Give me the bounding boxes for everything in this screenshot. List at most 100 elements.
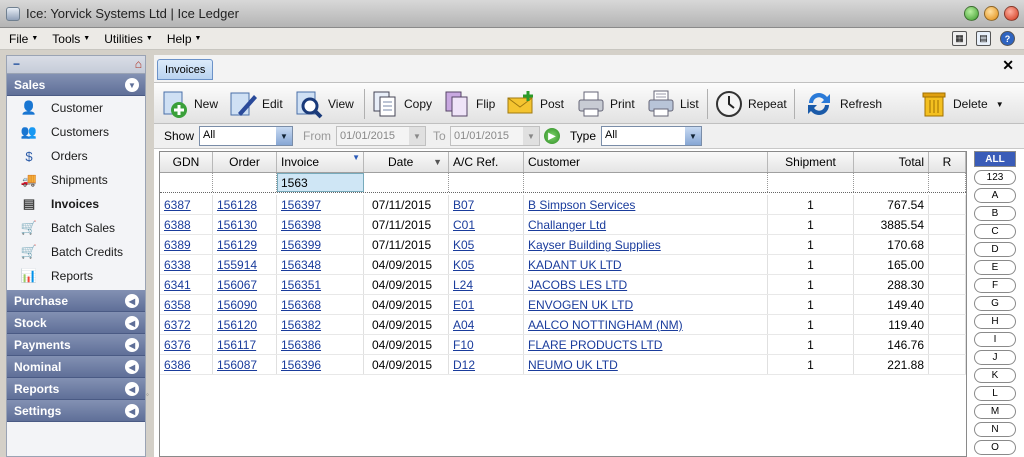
filter-cell[interactable]: [768, 173, 854, 192]
sidebar-section-reports[interactable]: Reports ◀: [7, 378, 145, 400]
menu-help[interactable]: Help ▼: [158, 32, 207, 46]
invoice-link[interactable]: 156382: [281, 318, 321, 332]
invoice-link[interactable]: 156397: [281, 198, 321, 212]
list-button[interactable]: List: [646, 88, 699, 120]
calendar-icon[interactable]: ▤: [976, 31, 991, 46]
order-link[interactable]: 156090: [217, 298, 257, 312]
table-row[interactable]: 6388 156130 156398 07/11/2015 C01 Challanger …: [160, 215, 966, 235]
ac-ref-link[interactable]: A04: [453, 318, 474, 332]
order-link[interactable]: 156129: [217, 238, 257, 252]
gdn-link[interactable]: 6372: [164, 318, 191, 332]
column-date[interactable]: Date ▼: [364, 152, 449, 172]
ac-ref-link[interactable]: D12: [453, 358, 475, 372]
customer-link[interactable]: JACOBS LES LTD: [528, 278, 627, 292]
invoice-link[interactable]: 156386: [281, 338, 321, 352]
close-tab-icon[interactable]: ✕: [1002, 57, 1014, 74]
ac-ref-link[interactable]: K05: [453, 238, 474, 252]
table-row[interactable]: 6338 155914 156348 04/09/2015 K05 KADANT UK L…: [160, 255, 966, 275]
alpha-button-f[interactable]: F: [974, 278, 1016, 293]
view-button[interactable]: View: [294, 88, 354, 120]
home-icon[interactable]: ⌂: [135, 57, 142, 71]
column-ac-ref[interactable]: A/C Ref.: [449, 152, 524, 172]
repeat-button[interactable]: Repeat: [714, 88, 787, 120]
help-icon[interactable]: ?: [1000, 31, 1015, 46]
order-link[interactable]: 155914: [217, 258, 257, 272]
customer-link[interactable]: AALCO NOTTINGHAM (NM): [528, 318, 683, 332]
invoice-link[interactable]: 156348: [281, 258, 321, 272]
calculator-icon[interactable]: ▦: [952, 31, 967, 46]
sidebar-item-batch-sales[interactable]: 🛒 Batch Sales: [7, 216, 145, 240]
order-link[interactable]: 156120: [217, 318, 257, 332]
sidebar-section-sales[interactable]: Sales ▼: [7, 74, 145, 96]
filter-cell[interactable]: [213, 173, 277, 192]
order-link[interactable]: 156128: [217, 198, 257, 212]
sidebar-item-customers[interactable]: 👥 Customers: [7, 120, 145, 144]
column-total[interactable]: Total: [854, 152, 929, 172]
show-select[interactable]: All ▼: [199, 126, 293, 146]
menu-file[interactable]: File ▼: [0, 32, 43, 46]
column-r[interactable]: R: [929, 152, 966, 172]
maximize-button[interactable]: [984, 6, 999, 21]
filter-cell[interactable]: [364, 173, 449, 192]
customer-link[interactable]: KADANT UK LTD: [528, 258, 622, 272]
to-date-field[interactable]: 01/01/2015 ▼: [450, 126, 540, 146]
ac-ref-link[interactable]: E01: [453, 298, 474, 312]
ac-ref-link[interactable]: F10: [453, 338, 474, 352]
edit-button[interactable]: Edit: [228, 88, 283, 120]
sidebar-section-settings[interactable]: Settings ◀: [7, 400, 145, 422]
sidebar-item-batch-credits[interactable]: 🛒 Batch Credits: [7, 240, 145, 264]
alpha-button-b[interactable]: B: [974, 206, 1016, 221]
alpha-button-k[interactable]: K: [974, 368, 1016, 383]
customer-link[interactable]: B Simpson Services: [528, 198, 635, 212]
sidebar-item-orders[interactable]: $ Orders: [7, 144, 145, 168]
close-button[interactable]: [1004, 6, 1019, 21]
refresh-button[interactable]: Refresh: [804, 88, 882, 120]
column-shipment[interactable]: Shipment: [768, 152, 854, 172]
alpha-button-a[interactable]: A: [974, 188, 1016, 203]
ac-ref-link[interactable]: K05: [453, 258, 474, 272]
sidebar-item-customer[interactable]: 👤 Customer: [7, 96, 145, 120]
invoice-filter-input[interactable]: 1563: [277, 173, 364, 192]
print-button[interactable]: Print: [576, 88, 635, 120]
sidebar-section-stock[interactable]: Stock ◀: [7, 312, 145, 334]
copy-button[interactable]: Copy: [370, 88, 432, 120]
flip-button[interactable]: Flip: [442, 88, 495, 120]
column-gdn[interactable]: GDN: [160, 152, 213, 172]
delete-button[interactable]: Delete ▼: [919, 88, 1004, 120]
invoice-link[interactable]: 156396: [281, 358, 321, 372]
collapse-icon[interactable]: −: [13, 57, 20, 71]
table-row[interactable]: 6358 156090 156368 04/09/2015 E01 ENVOGEN UK …: [160, 295, 966, 315]
alpha-button-e[interactable]: E: [974, 260, 1016, 275]
delete-dropdown-icon[interactable]: ▼: [996, 100, 1004, 109]
alpha-button-l[interactable]: L: [974, 386, 1016, 401]
sidebar-item-invoices[interactable]: ▤ Invoices: [7, 192, 145, 216]
alpha-button-n[interactable]: N: [974, 422, 1016, 437]
sidebar-section-payments[interactable]: Payments ◀: [7, 334, 145, 356]
alpha-button-i[interactable]: I: [974, 332, 1016, 347]
table-row[interactable]: 6341 156067 156351 04/09/2015 L24 JACOBS LES …: [160, 275, 966, 295]
invoice-link[interactable]: 156351: [281, 278, 321, 292]
alpha-button-o[interactable]: O: [974, 440, 1016, 455]
customer-link[interactable]: ENVOGEN UK LTD: [528, 298, 633, 312]
menu-tools[interactable]: Tools ▼: [43, 32, 95, 46]
table-row[interactable]: 6376 156117 156386 04/09/2015 F10 FLARE PRODU…: [160, 335, 966, 355]
filter-cell[interactable]: [160, 173, 213, 192]
sidebar-section-nominal[interactable]: Nominal ◀: [7, 356, 145, 378]
order-link[interactable]: 156130: [217, 218, 257, 232]
sidebar-item-shipments[interactable]: 🚚 Shipments: [7, 168, 145, 192]
type-select[interactable]: All ▼: [601, 126, 702, 146]
invoice-link[interactable]: 156368: [281, 298, 321, 312]
filter-cell[interactable]: [854, 173, 929, 192]
customer-link[interactable]: FLARE PRODUCTS LTD: [528, 338, 662, 352]
alpha-button-123[interactable]: 123: [974, 170, 1016, 185]
alpha-button-m[interactable]: M: [974, 404, 1016, 419]
ac-ref-link[interactable]: C01: [453, 218, 475, 232]
order-link[interactable]: 156067: [217, 278, 257, 292]
alpha-button-d[interactable]: D: [974, 242, 1016, 257]
sidebar-section-purchase[interactable]: Purchase ◀: [7, 290, 145, 312]
ac-ref-link[interactable]: L24: [453, 278, 473, 292]
gdn-link[interactable]: 6386: [164, 358, 191, 372]
filter-cell[interactable]: [449, 173, 524, 192]
invoice-link[interactable]: 156398: [281, 218, 321, 232]
alpha-button-all[interactable]: ALL: [974, 151, 1016, 167]
